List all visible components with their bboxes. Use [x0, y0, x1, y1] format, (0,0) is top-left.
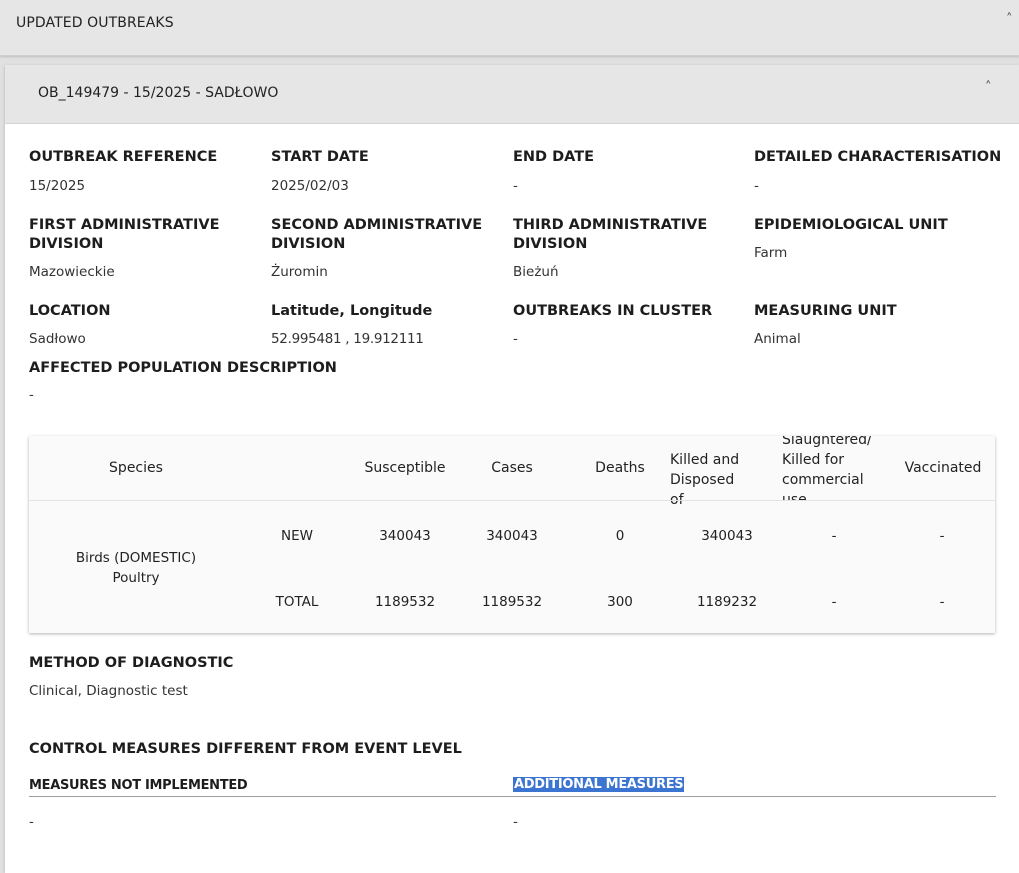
updated-outbreaks-header[interactable]: UPDATED OUTBREAKS ˄: [0, 0, 1019, 56]
second-admin-label-line1: SECOND ADMINISTRATIVE: [271, 217, 483, 233]
killed-header-line2: Disposed of: [670, 472, 735, 508]
slaughtered-header-clip: Slaughtered/ Killed for commercial use: [778, 436, 888, 500]
killed-header-line1: Killed and: [670, 452, 740, 468]
start-date-value: 2025/02/03: [271, 178, 349, 194]
measures-not-implemented-label: MEASURES NOT IMPLEMENTED: [29, 778, 248, 793]
row-new-slaughtered: -: [831, 528, 837, 544]
epi-unit-label: EPIDEMIOLOGICAL UNIT: [754, 217, 948, 233]
measures-divider: [29, 796, 996, 797]
first-admin-label: FIRST ADMINISTRATIVE DIVISION: [29, 216, 219, 254]
species-cell: Birds (DOMESTIC) Poultry: [55, 548, 217, 588]
species-table: Species Susceptible Cases Deaths Killed …: [29, 436, 995, 633]
susceptible-header: Susceptible: [364, 460, 446, 476]
start-date-label: START DATE: [271, 149, 369, 165]
location-label: LOCATION: [29, 303, 111, 319]
outbreak-reference-label: OUTBREAK REFERENCE: [29, 149, 218, 165]
lat-long-label: Latitude, Longitude: [271, 303, 433, 319]
row-total-vaccinated: -: [939, 594, 945, 610]
row-new-deaths: 0: [615, 528, 625, 544]
epi-unit-value: Farm: [754, 245, 788, 261]
row-total-label: TOTAL: [275, 594, 319, 610]
outbreak-title: OB_149479 - 15/2025 - SADŁOWO: [38, 85, 279, 101]
detailed-characterisation-value: -: [754, 178, 759, 194]
first-admin-label-line2: DIVISION: [29, 236, 104, 252]
row-new-susceptible: 340043: [379, 528, 431, 544]
third-admin-value: Bieżuń: [513, 264, 559, 280]
table-header-divider: [29, 500, 995, 501]
method-of-diagnostic-value: Clinical, Diagnostic test: [29, 683, 188, 699]
row-new-label: NEW: [281, 528, 313, 544]
method-of-diagnostic-label: METHOD OF DIAGNOSTIC: [29, 655, 234, 671]
additional-measures-label: ADDITIONAL MEASURES: [513, 777, 685, 792]
outbreak-reference-value: 15/2025: [29, 178, 86, 194]
row-new-cases: 340043: [486, 528, 538, 544]
detailed-characterisation-label: DETAILED CHARACTERISATION: [754, 149, 1002, 165]
first-admin-value: Mazowieckie: [29, 264, 115, 280]
row-total-susceptible: 1189532: [374, 594, 436, 610]
second-admin-label-line2: DIVISION: [271, 236, 346, 252]
affected-population-label: AFFECTED POPULATION DESCRIPTION: [29, 360, 337, 376]
second-admin-label: SECOND ADMINISTRATIVE DIVISION: [271, 216, 482, 254]
slaughtered-header-line3: commercial: [782, 472, 864, 488]
species-header: Species: [109, 460, 163, 476]
slaughtered-header: Slaughtered/ Killed for commercial use: [782, 436, 882, 500]
cases-header: Cases: [491, 460, 533, 476]
row-total-slaughtered: -: [831, 594, 837, 610]
control-measures-title: CONTROL MEASURES DIFFERENT FROM EVENT LE…: [29, 741, 462, 757]
end-date-label: END DATE: [513, 149, 595, 165]
section-title: UPDATED OUTBREAKS: [16, 15, 174, 31]
location-value: Sadłowo: [29, 331, 86, 347]
row-total-cases: 1189532: [481, 594, 543, 610]
measuring-unit-label: MEASURING UNIT: [754, 303, 897, 319]
third-admin-label: THIRD ADMINISTRATIVE DIVISION: [513, 216, 707, 254]
outbreaks-in-cluster-label: OUTBREAKS IN CLUSTER: [513, 303, 713, 319]
species-line2: Poultry: [112, 570, 160, 586]
slaughtered-header-line2: Killed for: [782, 452, 845, 468]
slaughtered-header-line4: use: [782, 492, 807, 500]
slaughtered-header-line1: Slaughtered/: [782, 436, 872, 448]
additional-measures-value: -: [513, 814, 518, 830]
row-total-deaths: 300: [607, 594, 633, 610]
end-date-value: -: [513, 178, 518, 194]
row-new-killed: 340043: [701, 528, 753, 544]
lat-long-value: 52.995481 , 19.912111: [271, 331, 424, 347]
chevron-up-icon[interactable]: ˄: [985, 80, 992, 95]
second-admin-value: Żuromin: [271, 264, 328, 280]
outbreak-panel: OB_149479 - 15/2025 - SADŁOWO ˄ OUTBREAK…: [5, 65, 1019, 873]
outbreaks-in-cluster-value: -: [513, 331, 518, 347]
measures-not-implemented-value: -: [29, 814, 34, 830]
measuring-unit-value: Animal: [754, 331, 801, 347]
vaccinated-header: Vaccinated: [904, 460, 982, 476]
third-admin-label-line2: DIVISION: [513, 236, 588, 252]
affected-population-value: -: [29, 387, 34, 403]
killed-header: Killed and Disposed of: [670, 450, 746, 510]
first-admin-label-line1: FIRST ADMINISTRATIVE: [29, 217, 220, 233]
chevron-up-icon[interactable]: ˄: [1006, 12, 1013, 27]
deaths-header: Deaths: [595, 460, 645, 476]
outbreak-panel-header[interactable]: OB_149479 - 15/2025 - SADŁOWO ˄: [5, 65, 1019, 124]
species-line1: Birds (DOMESTIC): [75, 550, 197, 566]
row-total-killed: 1189232: [696, 594, 758, 610]
third-admin-label-line1: THIRD ADMINISTRATIVE: [513, 217, 708, 233]
row-new-vaccinated: -: [939, 528, 945, 544]
